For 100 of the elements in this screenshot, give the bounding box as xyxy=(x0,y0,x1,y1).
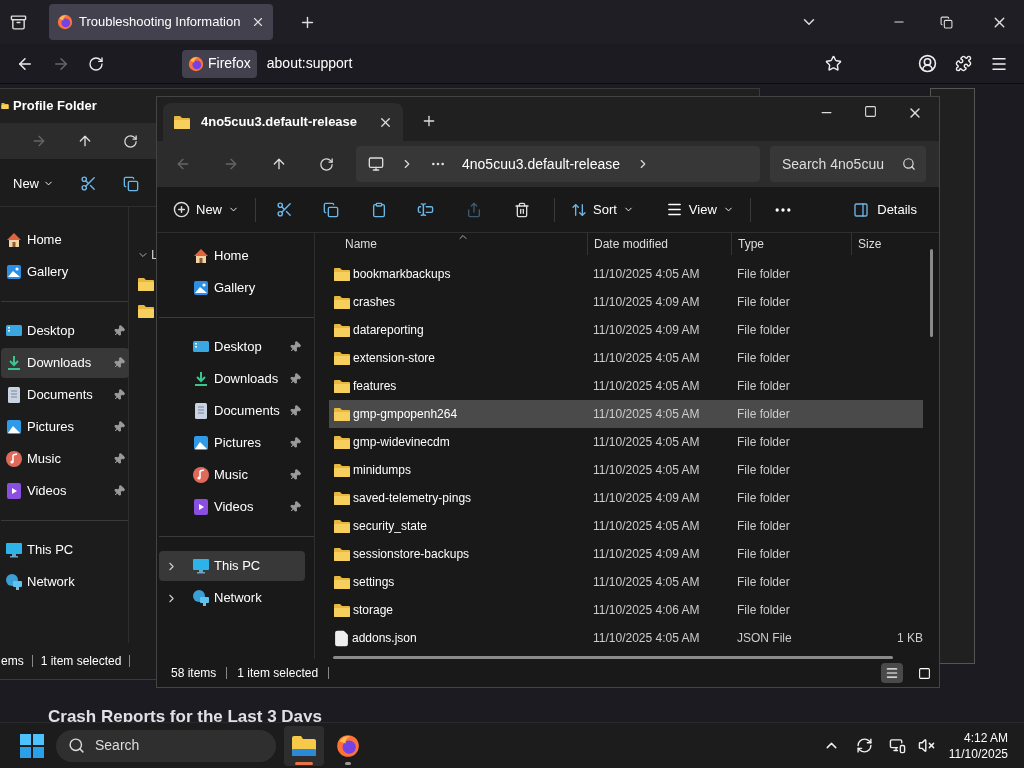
file-row[interactable]: storage 11/10/2025 4:06 AM File folder xyxy=(329,596,923,625)
file-row[interactable]: extension-store 11/10/2025 4:05 AM File folder xyxy=(329,344,923,373)
folder-icon xyxy=(333,294,351,310)
search-field[interactable]: Search 4no5cuu xyxy=(770,146,926,182)
sidebar-item[interactable]: Documents xyxy=(159,396,305,426)
network-status-icon[interactable] xyxy=(888,737,906,754)
account-icon[interactable] xyxy=(918,54,937,73)
file-row[interactable]: addons.json 11/10/2025 4:05 AM JSON File 1 KB xyxy=(329,624,923,653)
file-name: gmp-gmpopenh264 xyxy=(353,406,458,424)
taskbar-search-field[interactable]: Search xyxy=(56,729,276,762)
page-heading: Crash Reports for the Last 3 Days xyxy=(48,706,322,728)
sidebar-item[interactable]: Videos xyxy=(159,492,305,522)
scissors-icon[interactable] xyxy=(276,201,293,218)
rename-icon[interactable] xyxy=(417,201,434,218)
file-row[interactable]: features 11/10/2025 4:05 AM File folder xyxy=(329,372,923,401)
date-cell-text: 11/10/2025 4:06 AM xyxy=(592,602,701,620)
refresh-icon[interactable] xyxy=(319,156,334,172)
file-row[interactable]: minidumps 11/10/2025 4:05 AM File folder xyxy=(329,456,923,485)
sidebar-label: Gallery xyxy=(214,279,256,298)
sort-button[interactable]: Sort xyxy=(571,199,634,220)
video-icon xyxy=(192,498,210,516)
sidebar-item[interactable]: Network xyxy=(159,583,305,613)
file-row[interactable]: sessionstore-backups 11/10/2025 4:09 AM File folder xyxy=(329,540,923,569)
sidebar-item[interactable]: This PC xyxy=(1,535,129,565)
house-icon xyxy=(5,231,23,249)
sidebar-item[interactable]: This PC xyxy=(159,551,305,581)
file-row[interactable]: gmp-gmpopenh264 11/10/2025 4:05 AM File folder xyxy=(329,400,923,429)
column-header[interactable]: Size xyxy=(851,233,923,256)
trash-icon[interactable] xyxy=(514,201,530,218)
file-row[interactable]: settings 11/10/2025 4:05 AM File folder xyxy=(329,568,923,597)
sidebar-item[interactable]: Downloads xyxy=(1,348,129,378)
maximize-icon[interactable] xyxy=(864,105,877,118)
close-tab-icon[interactable] xyxy=(251,15,265,29)
vertical-scrollbar[interactable] xyxy=(930,249,933,337)
clock[interactable]: 4:12 AM 11/10/2025 xyxy=(948,729,1008,762)
browser-tab[interactable]: Troubleshooting Information xyxy=(49,4,273,40)
computer-icon xyxy=(5,541,23,559)
folder-icon xyxy=(137,276,155,292)
sidebar-item[interactable]: Music xyxy=(159,460,305,490)
file-row[interactable]: crashes 11/10/2025 4:09 AM File folder xyxy=(329,288,923,317)
share-icon[interactable] xyxy=(466,201,482,218)
new-tab-icon[interactable] xyxy=(421,113,437,129)
column-header[interactable]: Date modified xyxy=(587,233,731,256)
explorer-tab[interactable]: 4no5cuu3.default-release xyxy=(163,103,403,141)
horizontal-scrollbar[interactable] xyxy=(333,656,893,659)
scissors-icon[interactable] xyxy=(80,175,97,192)
address-bar[interactable]: 4no5cuu3.default-release xyxy=(356,146,760,182)
selection-count: 1 item selected xyxy=(237,665,319,682)
file-explorer-taskbar-button[interactable] xyxy=(284,725,324,766)
muted-speaker-icon[interactable] xyxy=(917,737,935,754)
column-header[interactable]: Name xyxy=(329,233,587,256)
sync-icon[interactable] xyxy=(855,737,873,754)
start-windows-icon[interactable] xyxy=(20,733,44,758)
sidebar-label: Music xyxy=(214,466,248,485)
sidebar-item[interactable]: Music xyxy=(1,444,129,474)
sidebar-item[interactable]: Home xyxy=(1,225,129,255)
date-cell-text: 11/10/2025 4:05 AM xyxy=(592,462,701,480)
restore-icon[interactable] xyxy=(940,15,953,29)
file-row[interactable]: bookmarkbackups 11/10/2025 4:05 AM File folder xyxy=(329,260,923,289)
file-name: addons.json xyxy=(352,630,417,648)
sidebar-item[interactable]: Network xyxy=(1,567,129,597)
file-row[interactable]: datareporting 11/10/2025 4:09 AM File folder xyxy=(329,316,923,345)
folder-icon xyxy=(333,406,351,422)
sidebar-item[interactable]: Videos xyxy=(1,476,129,506)
new-button[interactable]: New xyxy=(13,173,54,194)
reload-icon[interactable] xyxy=(88,55,104,72)
file-row[interactable]: security_state 11/10/2025 4:05 AM File folder xyxy=(329,512,923,541)
file-name: extension-store xyxy=(353,350,436,368)
file-row[interactable]: saved-telemetry-pings 11/10/2025 4:09 AM File folder xyxy=(329,484,923,513)
video-icon xyxy=(5,482,23,500)
panel-icon xyxy=(853,201,870,218)
tab-list-icon[interactable] xyxy=(10,13,27,31)
identity-label[interactable]: Firefox xyxy=(182,49,257,78)
details-view-button[interactable] xyxy=(881,663,903,683)
clipboard-icon[interactable] xyxy=(371,201,387,218)
file-name: crashes xyxy=(353,294,396,312)
sidebar-item[interactable]: Pictures xyxy=(1,412,129,442)
view-button[interactable]: View xyxy=(665,199,734,220)
sidebar-item[interactable]: Pictures xyxy=(159,428,305,458)
details-button[interactable]: Details xyxy=(853,199,917,220)
column-header[interactable]: Type xyxy=(731,233,851,256)
sidebar-item[interactable]: Gallery xyxy=(159,273,305,303)
monitor-icon xyxy=(368,156,384,172)
sidebar-item[interactable]: Gallery xyxy=(1,257,129,287)
sidebar-item[interactable]: Desktop xyxy=(159,332,305,362)
file-row[interactable]: gmp-widevinecdm 11/10/2025 4:05 AM File folder xyxy=(329,428,923,457)
sidebar-label: Pictures xyxy=(214,434,261,453)
copy-icon[interactable] xyxy=(323,201,339,218)
type-cell-text: File folder xyxy=(736,266,791,284)
sidebar-item[interactable]: Downloads xyxy=(159,364,305,394)
extensions-icon[interactable] xyxy=(955,55,972,72)
refresh-icon[interactable] xyxy=(123,133,138,149)
copy-icon[interactable] xyxy=(123,175,139,192)
sidebar-item[interactable]: Home xyxy=(159,241,305,271)
type-cell-text: File folder xyxy=(736,406,791,424)
sidebar-item[interactable]: Desktop xyxy=(1,316,129,346)
new-button[interactable]: New xyxy=(173,199,239,220)
date-cell-text: 11/10/2025 4:05 AM xyxy=(592,266,701,284)
bookmark-star-icon[interactable] xyxy=(825,55,842,72)
sidebar-item[interactable]: Documents xyxy=(1,380,129,410)
